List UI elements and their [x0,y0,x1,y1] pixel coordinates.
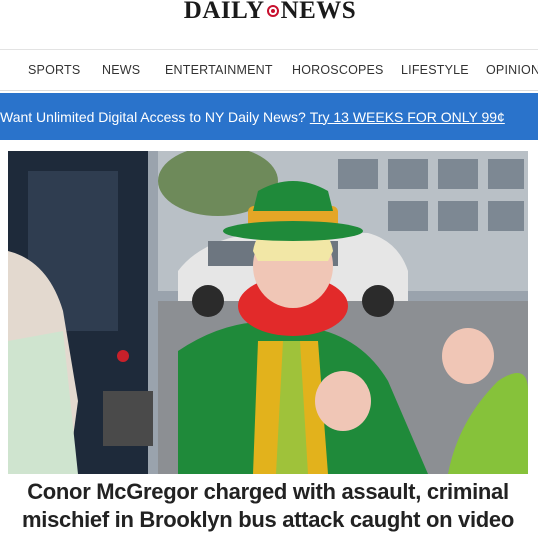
article-headline[interactable]: Conor McGregor charged with assault, cri… [8,478,528,534]
logo-daily-text: DAILY [183,0,265,24]
masthead: DAILY NEWS [0,0,538,50]
promo-text: Want Unlimited Digital Access to NY Dail… [0,108,306,125]
main-navigation: SPORTS NEWS ENTERTAINMENT HOROSCOPES LIF… [0,51,538,91]
article-photo[interactable] [8,151,528,474]
nav-item-lifestyle[interactable]: LIFESTYLE [401,63,469,77]
nav-item-entertainment[interactable]: ENTERTAINMENT [165,63,273,77]
logo-news-text: NEWS [280,0,357,24]
daily-news-logo[interactable]: DAILY NEWS [163,0,377,24]
nav-item-horoscopes[interactable]: HOROSCOPES [292,63,384,77]
nav-item-opinion[interactable]: OPINION [486,63,538,77]
promo-subscribe-link[interactable]: Try 13 WEEKS FOR ONLY 99¢ [310,109,505,125]
nav-item-sports[interactable]: SPORTS [28,63,80,77]
nav-item-news[interactable]: NEWS [102,63,140,77]
daily-news-emblem-icon [266,5,279,17]
article-photo-illustration [8,151,528,474]
subscription-promo-banner: Want Unlimited Digital Access to NY Dail… [0,93,538,140]
